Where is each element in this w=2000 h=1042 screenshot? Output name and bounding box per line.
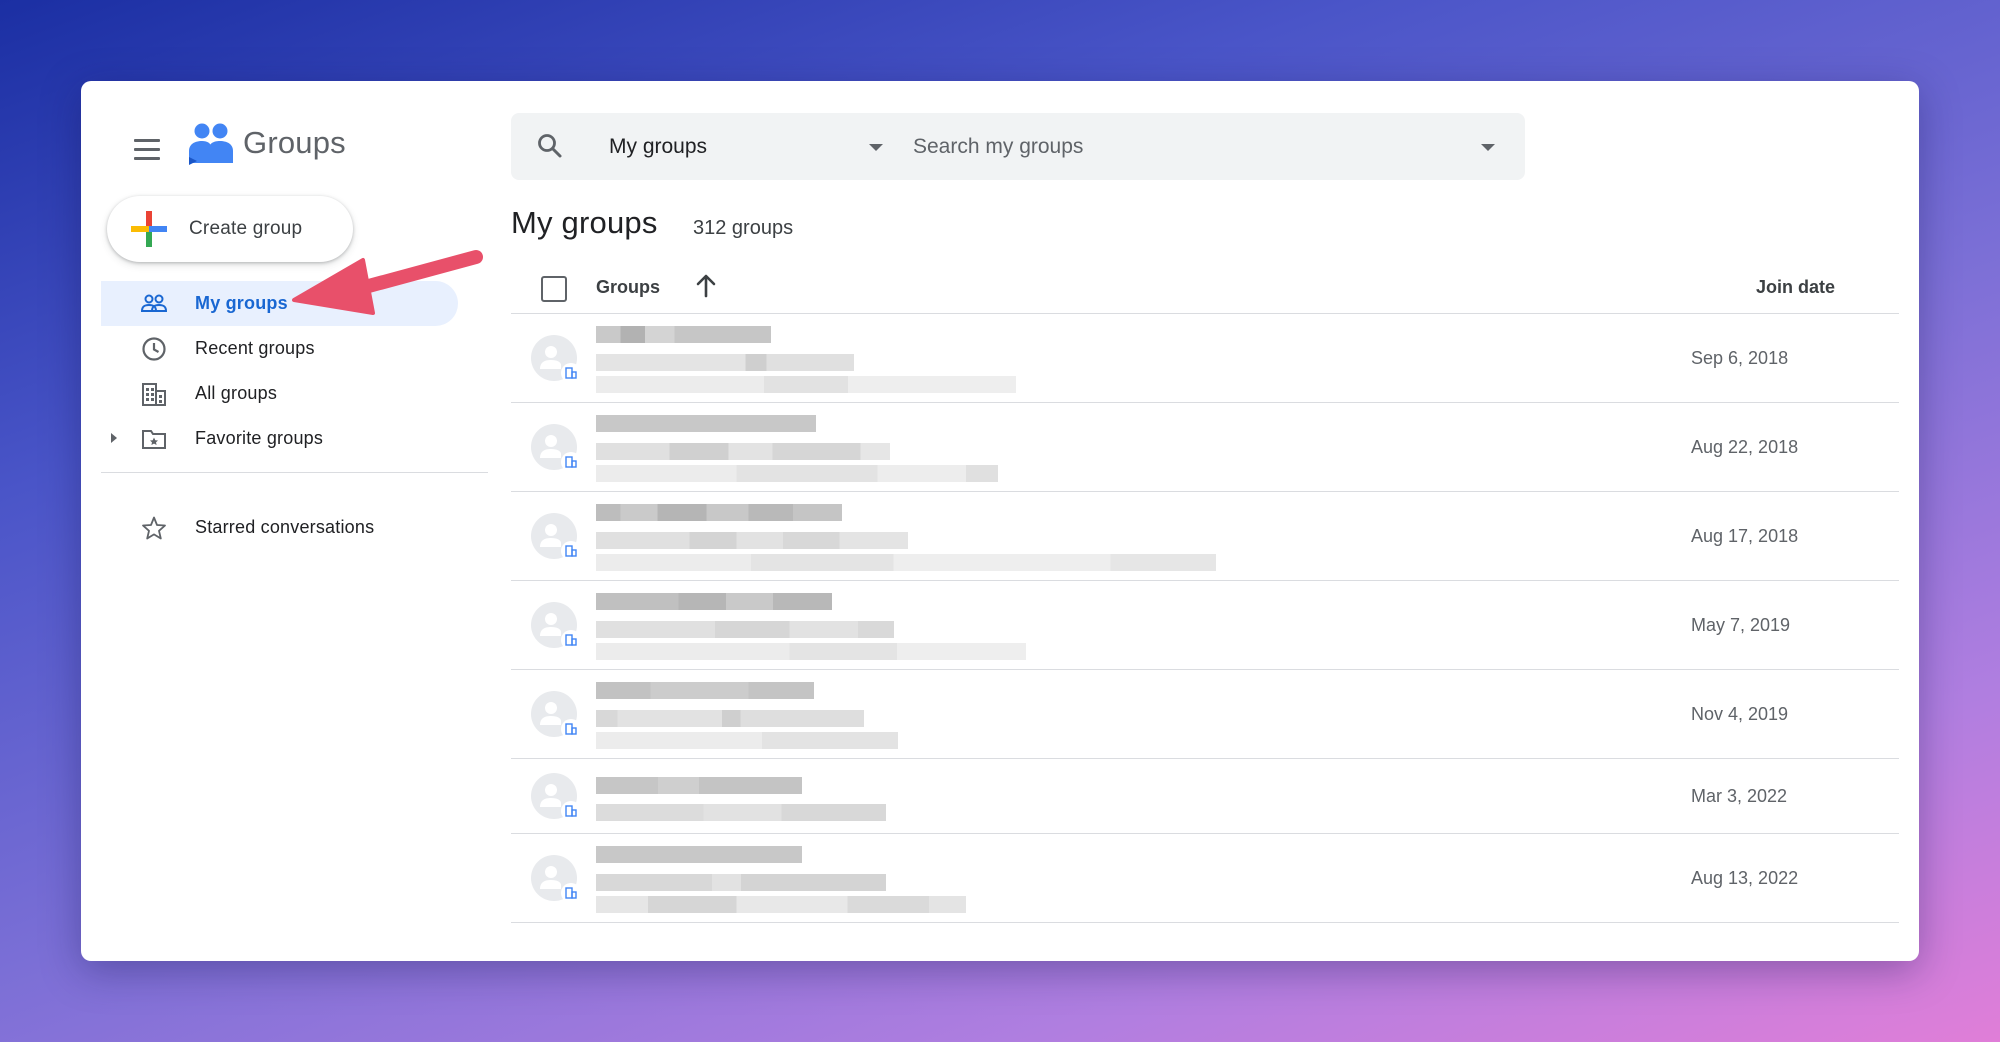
group-count: 312 groups [693,217,794,239]
column-header-join-date[interactable]: Join date [1756,277,1835,298]
org-badge-icon [561,719,581,739]
org-badge-icon [561,541,581,561]
redacted-group-description [596,896,966,913]
join-date: Sep 6, 2018 [1691,348,1789,368]
redacted-group-name [596,504,842,521]
group-avatar [531,773,581,821]
redacted-group-description [596,732,898,749]
sidebar-item-label: All groups [195,383,278,403]
org-badge-icon [561,452,581,472]
starred-section: Starred conversations [101,505,461,550]
sidebar-item-label: Starred conversations [195,517,375,537]
group-avatar [531,335,581,383]
main-menu-button[interactable] [127,129,167,169]
page-title: My groups [511,205,658,240]
app-window: Groups Create group My groups Recent gro… [81,81,1919,961]
redacted-group-email [596,621,894,638]
table-row[interactable]: Aug 22, 2018 [511,403,1899,492]
building-icon [139,379,169,409]
redacted-group-name [596,846,802,863]
redacted-group-description [596,465,998,482]
create-group-button[interactable]: Create group [107,196,353,262]
redacted-group-name [596,593,832,610]
redacted-group-name [596,415,816,432]
redacted-group-email [596,532,908,549]
redacted-group-description [596,643,1026,660]
table-header: Groups Join date [511,259,1899,314]
menu-icon-bar [134,147,160,151]
expand-arrow-icon[interactable] [111,433,117,443]
group-avatar [531,424,581,472]
org-badge-icon [561,363,581,383]
colored-plus-icon [131,211,167,247]
column-header-groups[interactable]: Groups [596,277,660,298]
sort-ascending-arrow-icon[interactable] [691,271,721,301]
menu-icon-bar [134,138,160,142]
join-date: May 7, 2019 [1691,615,1791,635]
sidebar-item-label: Recent groups [195,338,315,358]
org-badge-icon [561,883,581,903]
org-badge-icon [561,801,581,821]
groups-logo-icon [189,123,233,165]
app-title: Groups [243,125,346,160]
people-icon [139,289,169,319]
sidebar-item-recent-groups[interactable]: Recent groups [101,326,461,371]
table-row[interactable]: Nov 4, 2019 [511,670,1899,759]
menu-icon-bar [134,156,160,160]
join-date: Nov 4, 2019 [1691,704,1789,724]
create-group-label: Create group [189,218,303,239]
group-avatar [531,513,581,561]
sidebar-item-favorite-groups[interactable]: Favorite groups [101,416,461,461]
redacted-group-description [596,376,1016,393]
sidebar-item-starred-conversations[interactable]: Starred conversations [101,505,461,550]
redacted-group-email [596,804,886,821]
redacted-group-name [596,326,771,343]
group-avatar [531,855,581,903]
join-date: Mar 3, 2022 [1691,786,1788,806]
org-badge-icon [561,630,581,650]
redacted-group-email [596,710,864,727]
group-avatar [531,691,581,739]
groups-table: Groups Join date Sep 6, 2018 Aug 22, 201… [511,259,1899,923]
clock-icon [139,334,169,364]
sidebar-nav: My groups Recent groups All groups Favor… [101,281,461,461]
join-date: Aug 13, 2022 [1691,868,1799,888]
sidebar-item-all-groups[interactable]: All groups [101,371,461,416]
table-row[interactable]: Aug 13, 2022 [511,834,1899,923]
join-date: Aug 22, 2018 [1691,437,1799,457]
app-logo[interactable]: Groups [187,121,346,165]
table-row[interactable]: Aug 17, 2018 [511,492,1899,581]
chevron-down-icon [869,144,883,151]
table-row[interactable]: Mar 3, 2022 [511,759,1899,834]
redacted-group-email [596,354,854,371]
table-row[interactable]: Sep 6, 2018 [511,314,1899,403]
search-icon[interactable] [535,131,565,161]
sidebar-item-my-groups[interactable]: My groups [101,281,458,326]
sidebar-item-label: Favorite groups [195,428,324,448]
search-bar: My groups [511,113,1525,180]
search-options-chevron-down-icon[interactable] [1481,144,1495,151]
select-all-checkbox[interactable] [541,276,567,302]
redacted-group-description [596,554,1216,571]
join-date: Aug 17, 2018 [1691,526,1799,546]
group-avatar [531,602,581,650]
folder-star-icon [139,424,169,454]
star-icon [139,513,169,543]
sidebar-divider [101,472,488,473]
redacted-group-name [596,777,802,794]
redacted-group-name [596,682,814,699]
search-scope-label: My groups [609,134,708,158]
sidebar-item-label: My groups [195,293,288,313]
redacted-group-email [596,874,886,891]
table-row[interactable]: May 7, 2019 [511,581,1899,670]
redacted-group-email [596,443,890,460]
search-input[interactable] [913,127,1453,167]
search-scope-dropdown[interactable]: My groups [609,113,893,180]
